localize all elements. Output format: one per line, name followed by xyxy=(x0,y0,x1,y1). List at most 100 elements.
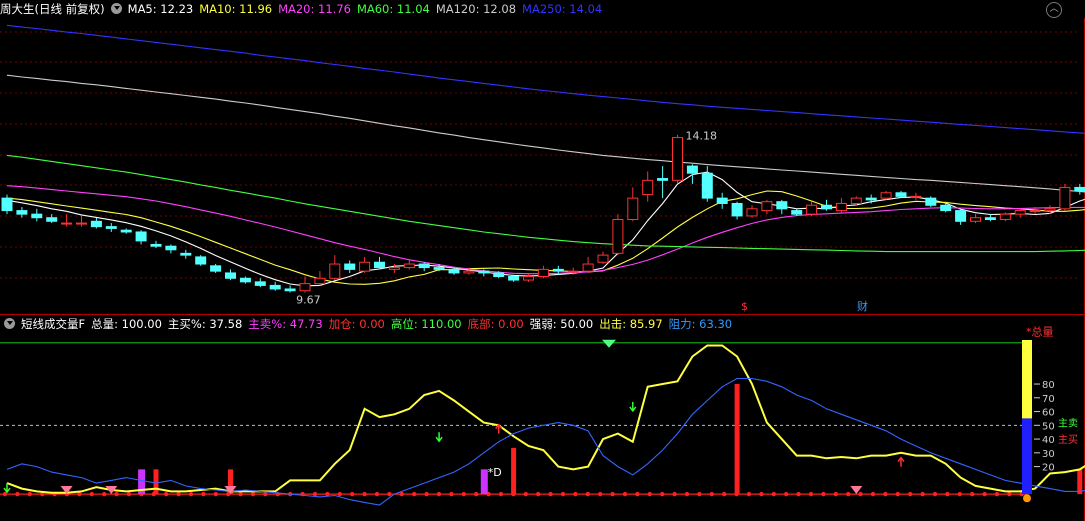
candle-body xyxy=(1044,208,1056,212)
candle-body xyxy=(716,197,728,204)
bottom-dot xyxy=(176,491,181,497)
indicator-values: 总量: 100.00 主买%: 37.58 主卖%: 47.73 加仓: 0.00 高位… xyxy=(91,317,738,331)
bottom-dot xyxy=(15,491,20,497)
bottom-dot xyxy=(474,491,479,497)
candle-body xyxy=(269,284,281,290)
legend-total-volume: *总量 xyxy=(1026,325,1054,339)
dropdown-icon[interactable] xyxy=(110,3,122,14)
d-signal-label: *D xyxy=(488,466,502,479)
ma-line-ma20 xyxy=(6,185,1085,275)
bottom-dot xyxy=(883,491,888,497)
dropdown-icon[interactable] xyxy=(4,318,15,329)
candle-body xyxy=(150,243,162,247)
candlestick-series[interactable] xyxy=(1,134,1085,293)
volume-indicator-panel[interactable] xyxy=(3,339,1085,506)
ma-line-ma250 xyxy=(6,24,1085,134)
indicator-scale: 20 30 40 50 60 70 80 xyxy=(1022,340,1055,503)
candle-body xyxy=(448,268,460,274)
bottom-dot xyxy=(213,491,218,497)
candle-body xyxy=(940,204,952,212)
candle-body xyxy=(970,217,981,222)
bottom-dot xyxy=(784,491,789,497)
candle-body xyxy=(478,270,490,274)
bottom-dot xyxy=(362,491,367,497)
candle-body xyxy=(239,277,251,283)
candle-body xyxy=(105,226,117,229)
candle-body xyxy=(955,210,967,222)
candle-body xyxy=(835,202,847,212)
bottom-dot xyxy=(102,491,107,497)
down-arrow-marker xyxy=(435,432,443,443)
candle-body xyxy=(1029,210,1041,213)
bottom-dot xyxy=(821,491,826,497)
candle-body xyxy=(1059,186,1071,210)
candle-body xyxy=(627,197,639,220)
bottom-dot xyxy=(759,491,764,497)
candle-body xyxy=(418,263,430,269)
candle-body xyxy=(76,222,87,225)
candle-body xyxy=(254,281,266,286)
bottom-dot xyxy=(870,491,876,497)
scale-tick-label: 20 xyxy=(1042,463,1055,474)
candle-body xyxy=(865,197,877,201)
bottom-dot xyxy=(957,491,962,497)
candle-body xyxy=(1074,186,1085,192)
candle-body xyxy=(761,201,773,212)
candle-body xyxy=(299,283,311,292)
bottom-dot xyxy=(833,491,838,497)
candle-body xyxy=(1,197,13,212)
legend-main-buy: 主买 xyxy=(1058,434,1078,446)
bottom-dot xyxy=(387,491,392,497)
bottom-dot xyxy=(808,491,814,497)
bottom-dot xyxy=(412,491,417,497)
candle-body xyxy=(582,263,594,272)
candle-body xyxy=(329,263,341,279)
scale-tick-label: 50 xyxy=(1042,421,1055,432)
price-panel-header: 周大生(日线 前复权) MA5: 12.23 MA10: 11.96 MA20: 11… xyxy=(0,0,614,18)
scale-bar-cap xyxy=(1023,494,1031,503)
ma-value-1: MA10: 11.96 xyxy=(199,2,273,16)
scale-tick-label: 60 xyxy=(1042,408,1055,419)
chevron-up-icon[interactable]: ︿ xyxy=(1046,2,1062,18)
scale-tick-label: 80 xyxy=(1042,380,1055,391)
bottom-dot xyxy=(337,491,342,497)
candle-body xyxy=(806,204,818,215)
bottom-dot xyxy=(436,491,442,497)
up-arrow-marker xyxy=(897,456,905,467)
bottom-dot xyxy=(660,491,665,497)
candle-body xyxy=(46,217,58,222)
candle-body xyxy=(672,137,683,181)
event-marker-finance[interactable]: 财 xyxy=(857,299,868,313)
bottom-dot xyxy=(895,491,900,497)
add-position-bar xyxy=(1077,469,1083,495)
indicator-value-4: 高位: 110.00 xyxy=(390,317,462,331)
bottom-dot xyxy=(188,491,194,497)
candle-body xyxy=(344,263,356,270)
candle-body xyxy=(195,256,207,265)
bottom-dot xyxy=(27,491,32,497)
bottom-dot xyxy=(312,491,318,497)
candle-body xyxy=(731,202,743,217)
bottom-dot xyxy=(635,491,640,497)
top-signal-marker xyxy=(602,339,616,348)
scale-tick-label: 70 xyxy=(1042,394,1055,405)
candle-body xyxy=(850,197,862,204)
chart-canvas[interactable]: 20304050607080 14.18 9.67 $ 财 *D *总量 主卖 … xyxy=(0,0,1085,521)
candle-body xyxy=(314,277,326,285)
event-marker-dividend[interactable]: $ xyxy=(741,300,748,313)
candle-body xyxy=(120,229,132,233)
candle-body xyxy=(657,178,669,181)
candle-body xyxy=(225,272,236,279)
indicator-title: 短线成交量F xyxy=(21,317,86,331)
bottom-dot xyxy=(920,491,925,497)
indicator-value-2: 主卖%: 47.73 xyxy=(248,317,323,331)
candle-body xyxy=(925,197,937,206)
ma-line-ma120 xyxy=(6,74,1085,193)
bottom-dot xyxy=(994,491,1000,497)
bottom-dot xyxy=(585,491,590,497)
candle-body xyxy=(537,268,549,277)
bottom-dot xyxy=(858,491,863,497)
high-price-label: 14.18 xyxy=(686,130,718,143)
bottom-dot xyxy=(598,491,603,497)
bottom-dot xyxy=(523,491,528,497)
